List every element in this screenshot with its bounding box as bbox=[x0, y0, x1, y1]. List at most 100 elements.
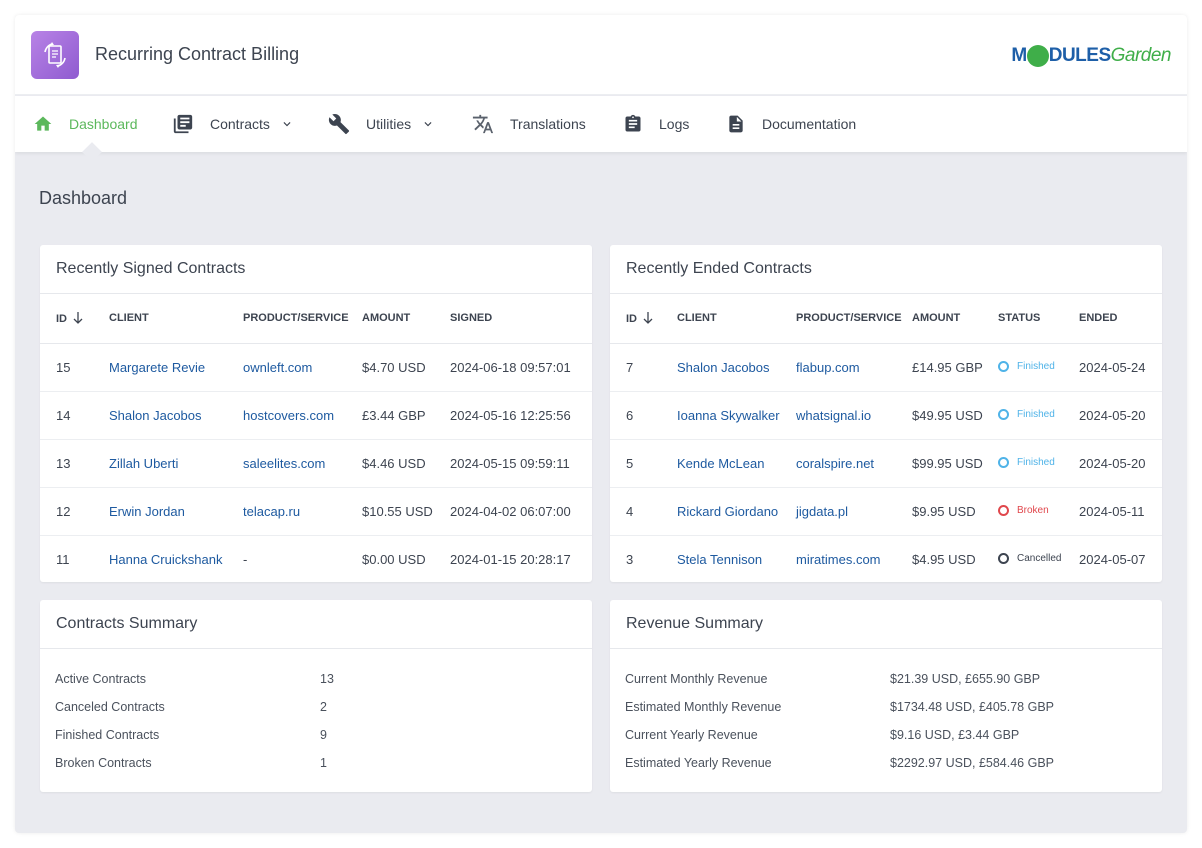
product-link[interactable]: ownleft.com bbox=[243, 343, 362, 392]
product-link[interactable]: hostcovers.com bbox=[243, 391, 362, 440]
revenue-summary-panel: Revenue Summary Current Monthly Revenue … bbox=[610, 600, 1162, 792]
col-ended[interactable]: ENDED bbox=[1079, 294, 1162, 344]
top-bar: Recurring Contract Billing M DULES Garde… bbox=[15, 15, 1187, 95]
col-product[interactable]: PRODUCT/SERVICE bbox=[243, 294, 362, 344]
nav-translations[interactable]: Translations bbox=[472, 96, 586, 152]
client-link[interactable]: Hanna Cruickshank bbox=[109, 535, 243, 583]
product-link[interactable]: miratimes.com bbox=[796, 535, 912, 583]
summary-label: Current Yearly Revenue bbox=[625, 728, 758, 742]
cell-amount: $99.95 USD bbox=[912, 439, 998, 488]
summary-label: Estimated Yearly Revenue bbox=[625, 756, 772, 770]
table-row[interactable]: 6 Ioanna Skywalker whatsignal.io $49.95 … bbox=[610, 391, 1162, 440]
product-link[interactable]: flabup.com bbox=[796, 343, 912, 392]
product-link[interactable]: saleelites.com bbox=[243, 439, 362, 488]
table-row[interactable]: 3 Stela Tennison miratimes.com $4.95 USD… bbox=[610, 535, 1162, 583]
ended-table: ID CLIENT PRODUCT/SERVICE AMOUNT STATUS … bbox=[610, 294, 1162, 583]
cell-id: 12 bbox=[40, 487, 109, 536]
status-label: Finished bbox=[1017, 456, 1055, 468]
client-link[interactable]: Shalon Jacobos bbox=[677, 343, 796, 392]
col-amount[interactable]: AMOUNT bbox=[912, 294, 998, 344]
table-row[interactable]: 15 Margarete Revie ownleft.com $4.70 USD… bbox=[40, 343, 592, 392]
status-badge: Finished bbox=[998, 408, 1055, 420]
col-client[interactable]: CLIENT bbox=[109, 294, 243, 344]
client-link[interactable]: Erwin Jordan bbox=[109, 487, 243, 536]
recently-ended-panel: Recently Ended Contracts ID CLIENT PRODU… bbox=[610, 245, 1162, 582]
cell-status: Cancelled bbox=[998, 535, 1079, 583]
app-title: Recurring Contract Billing bbox=[95, 44, 300, 64]
client-link[interactable]: Margarete Revie bbox=[109, 343, 243, 392]
table-row[interactable]: 14 Shalon Jacobos hostcovers.com £3.44 G… bbox=[40, 391, 592, 440]
nav-dashboard[interactable]: Dashboard bbox=[33, 96, 138, 152]
client-link[interactable]: Zillah Uberti bbox=[109, 439, 243, 488]
status-label: Cancelled bbox=[1017, 552, 1062, 564]
table-row[interactable]: 5 Kende McLean coralspire.net $99.95 USD… bbox=[610, 439, 1162, 488]
table-row[interactable]: 7 Shalon Jacobos flabup.com £14.95 GBP F… bbox=[610, 343, 1162, 392]
ended-table-body: 7 Shalon Jacobos flabup.com £14.95 GBP F… bbox=[610, 343, 1162, 583]
col-amount[interactable]: AMOUNT bbox=[362, 294, 450, 344]
table-row[interactable]: 11 Hanna Cruickshank - $0.00 USD 2024-01… bbox=[40, 535, 592, 583]
status-dot-icon bbox=[998, 504, 1009, 516]
summary-value: 1 bbox=[320, 756, 327, 770]
contracts-summary-panel: Contracts Summary Active Contracts 13 Ca… bbox=[40, 600, 592, 792]
status-badge: Cancelled bbox=[998, 552, 1062, 564]
client-link[interactable]: Shalon Jacobos bbox=[109, 391, 243, 440]
product-link[interactable]: coralspire.net bbox=[796, 439, 912, 488]
client-link[interactable]: Kende McLean bbox=[677, 439, 796, 488]
table-row[interactable]: 4 Rickard Giordano jigdata.pl $9.95 USD … bbox=[610, 487, 1162, 536]
product-link[interactable]: jigdata.pl bbox=[796, 487, 912, 536]
cell-ended: 2024-05-11 bbox=[1079, 487, 1162, 536]
status-label: Finished bbox=[1017, 408, 1055, 420]
chevron-down-icon bbox=[424, 122, 432, 127]
client-link[interactable]: Ioanna Skywalker bbox=[677, 391, 796, 440]
cell-id: 13 bbox=[40, 439, 109, 488]
cell-amount: $10.55 USD bbox=[362, 487, 450, 536]
nav-dashboard-label: Dashboard bbox=[69, 116, 138, 132]
status-badge: Broken bbox=[998, 504, 1049, 516]
cell-signed: 2024-04-02 06:07:00 bbox=[450, 487, 592, 536]
main-nav: Dashboard Contracts Utilities Translatio… bbox=[15, 96, 1187, 152]
status-dot-icon bbox=[998, 360, 1009, 372]
nav-translations-label: Translations bbox=[510, 116, 586, 132]
status-label: Finished bbox=[1017, 360, 1055, 372]
table-row[interactable]: 12 Erwin Jordan telacap.ru $10.55 USD 20… bbox=[40, 487, 592, 536]
cell-status: Finished bbox=[998, 391, 1079, 440]
summary-label: Broken Contracts bbox=[55, 756, 152, 770]
home-icon bbox=[34, 116, 52, 131]
product-link[interactable]: telacap.ru bbox=[243, 487, 362, 536]
nav-documentation[interactable]: Documentation bbox=[726, 96, 856, 152]
cell-id: 7 bbox=[610, 343, 677, 392]
client-link[interactable]: Rickard Giordano bbox=[677, 487, 796, 536]
col-client[interactable]: CLIENT bbox=[677, 294, 796, 344]
modulesgarden-logo[interactable]: M DULES Garden bbox=[1011, 43, 1172, 69]
col-status[interactable]: STATUS bbox=[998, 294, 1079, 344]
table-header-row: ID CLIENT PRODUCT/SERVICE AMOUNT SIGNED bbox=[40, 294, 592, 344]
status-badge: Finished bbox=[998, 456, 1055, 468]
logo-text-dules: DULES bbox=[1048, 45, 1111, 66]
cell-signed: 2024-01-15 20:28:17 bbox=[450, 551, 571, 567]
nav-contracts[interactable]: Contracts bbox=[172, 96, 294, 152]
client-link[interactable]: Stela Tennison bbox=[677, 535, 796, 583]
col-id[interactable]: ID bbox=[40, 294, 109, 344]
summary-label: Current Monthly Revenue bbox=[625, 672, 768, 686]
nav-logs[interactable]: Logs bbox=[623, 96, 689, 152]
app-frame: Recurring Contract Billing M DULES Garde… bbox=[15, 15, 1187, 833]
nav-utilities[interactable]: Utilities bbox=[328, 96, 435, 152]
sort-arrow-icon bbox=[643, 311, 653, 324]
product-link[interactable]: whatsignal.io bbox=[796, 391, 912, 440]
table-row[interactable]: 13 Zillah Uberti saleelites.com $4.46 US… bbox=[40, 439, 592, 488]
col-id[interactable]: ID bbox=[610, 294, 677, 344]
col-signed[interactable]: SIGNED bbox=[450, 294, 592, 344]
summary-value: $2292.97 USD, £584.46 GBP bbox=[890, 756, 1055, 770]
cell-signed: 2024-05-16 12:25:56 bbox=[450, 391, 592, 440]
signed-table-body: 15 Margarete Revie ownleft.com $4.70 USD… bbox=[40, 343, 592, 583]
app-icon[interactable] bbox=[31, 31, 79, 79]
cell-amount: $9.95 USD bbox=[912, 487, 998, 536]
cell-id: 15 bbox=[40, 343, 109, 392]
summary-value: 13 bbox=[320, 672, 334, 686]
cell-amount: £14.95 GBP bbox=[912, 343, 998, 392]
col-product[interactable]: PRODUCT/SERVICE bbox=[796, 294, 912, 344]
summary-value: 2 bbox=[320, 700, 327, 714]
panel-title: Contracts Summary bbox=[40, 600, 592, 649]
nav-contracts-label: Contracts bbox=[210, 116, 270, 132]
panel-title: Recently Ended Contracts bbox=[610, 245, 1162, 294]
